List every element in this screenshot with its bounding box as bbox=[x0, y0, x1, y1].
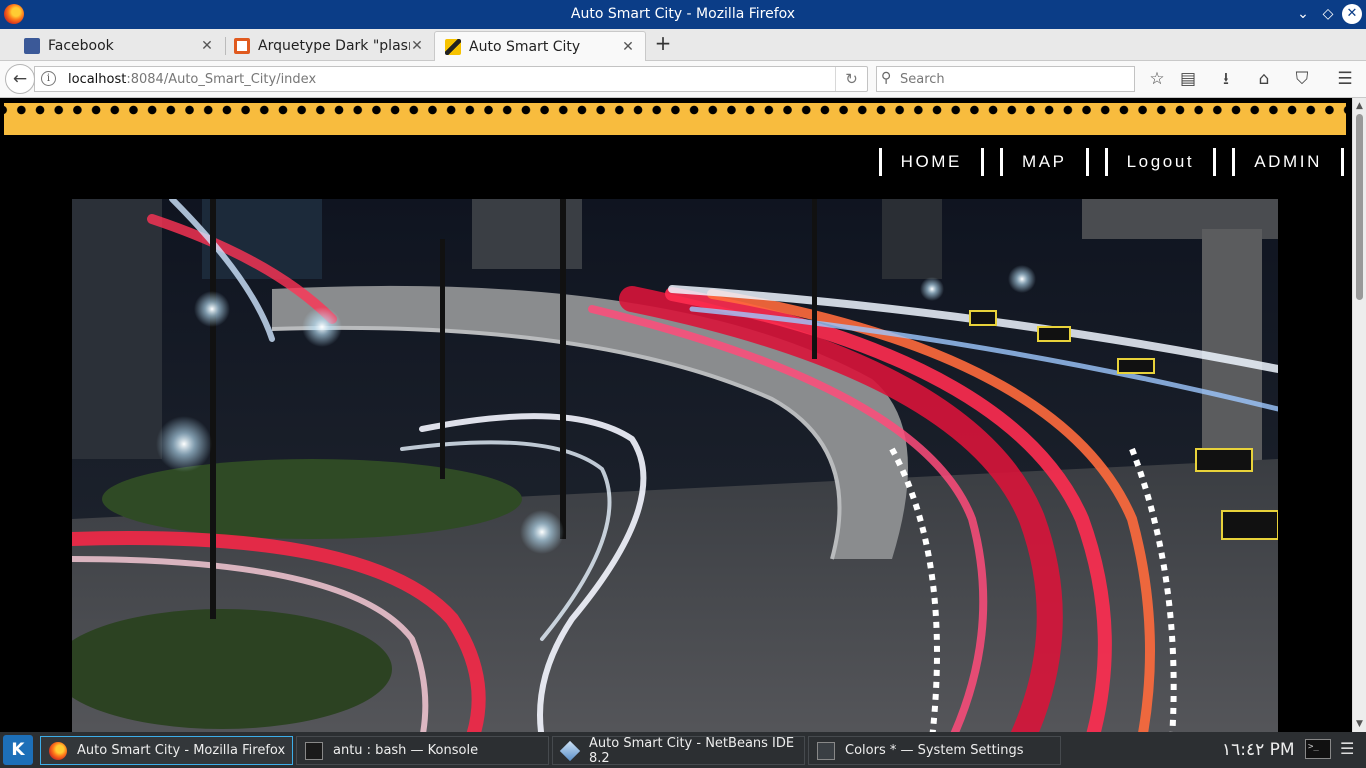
new-tab-button[interactable]: + bbox=[652, 33, 674, 55]
task-netbeans[interactable]: Auto Smart City - NetBeans IDE 8.2 bbox=[552, 735, 805, 766]
site-info-icon[interactable]: i bbox=[41, 71, 56, 86]
decorative-dotted-stripe bbox=[4, 103, 1346, 135]
facebook-icon bbox=[24, 38, 40, 54]
vertical-scrollbar[interactable]: ▲ ▼ bbox=[1352, 98, 1366, 732]
tab-close-icon[interactable]: ✕ bbox=[621, 39, 635, 55]
url-bar[interactable]: i localhost:8084/Auto_Smart_City/index ↻ bbox=[34, 66, 868, 92]
back-button[interactable]: ← bbox=[5, 64, 35, 94]
task-system-settings[interactable]: Colors * — System Settings bbox=[808, 736, 1061, 765]
downloads-icon[interactable]: ⭳ bbox=[1213, 66, 1239, 92]
pocket-icon[interactable]: ⛉ bbox=[1289, 66, 1315, 92]
desktop-taskbar: K Auto Smart City - Mozilla Firefox antu… bbox=[0, 732, 1366, 768]
search-input[interactable] bbox=[900, 70, 1125, 88]
task-label: antu : bash — Konsole bbox=[333, 743, 479, 758]
minimize-button[interactable]: ⌄ bbox=[1293, 4, 1313, 24]
maximize-button[interactable]: ◇ bbox=[1318, 4, 1338, 24]
scroll-up-icon[interactable]: ▲ bbox=[1353, 100, 1366, 112]
tab-close-icon[interactable]: ✕ bbox=[200, 38, 214, 54]
task-label: Auto Smart City - Mozilla Firefox bbox=[77, 743, 286, 758]
close-window-button[interactable]: ✕ bbox=[1342, 4, 1362, 24]
tab-label: Arquetype Dark "plasm... bbox=[258, 38, 410, 54]
system-clock[interactable]: ١٦:٤٢ PM bbox=[1222, 740, 1295, 760]
hero-illustration bbox=[72, 199, 1278, 732]
nav-logout-link[interactable]: Logout bbox=[1104, 148, 1217, 176]
tab-facebook[interactable]: Facebook ✕ bbox=[14, 31, 224, 61]
tab-strip: Facebook ✕ Arquetype Dark "plasm... ✕ Au… bbox=[0, 29, 1366, 61]
task-konsole[interactable]: antu : bash — Konsole bbox=[296, 736, 549, 765]
nav-map-link[interactable]: MAP bbox=[999, 148, 1089, 176]
kde-store-icon bbox=[234, 38, 250, 54]
reload-icon[interactable]: ↻ bbox=[835, 67, 867, 91]
task-label: Colors * — System Settings bbox=[845, 743, 1024, 758]
page-viewport: HOME MAP Logout ADMIN bbox=[0, 98, 1352, 732]
tab-auto-smart-city[interactable]: Auto Smart City ✕ bbox=[434, 31, 646, 61]
system-settings-icon bbox=[817, 741, 835, 760]
tab-label: Auto Smart City bbox=[469, 38, 581, 55]
nav-home-link[interactable]: HOME bbox=[878, 148, 984, 176]
konsole-icon bbox=[305, 741, 323, 760]
terminal-tray-icon[interactable]: >_ bbox=[1305, 739, 1331, 759]
scrollbar-thumb[interactable] bbox=[1356, 114, 1363, 300]
tab-close-icon[interactable]: ✕ bbox=[410, 38, 424, 54]
task-firefox[interactable]: Auto Smart City - Mozilla Firefox bbox=[40, 736, 293, 765]
window-titlebar: Auto Smart City - Mozilla Firefox ⌄ ◇ ✕ bbox=[0, 0, 1366, 29]
site-navigation: HOME MAP Logout ADMIN bbox=[863, 148, 1344, 180]
url-text[interactable]: localhost:8084/Auto_Smart_City/index bbox=[68, 72, 316, 87]
bookmark-star-icon[interactable]: ☆ bbox=[1144, 66, 1170, 92]
task-label: Auto Smart City - NetBeans IDE 8.2 bbox=[589, 735, 795, 766]
search-bar[interactable]: ⚲ bbox=[876, 66, 1135, 92]
tab-arquetype[interactable]: Arquetype Dark "plasm... ✕ bbox=[224, 31, 434, 61]
url-host: localhost bbox=[68, 72, 127, 87]
url-path: :8084/Auto_Smart_City/index bbox=[126, 72, 317, 87]
hamburger-menu-icon[interactable]: ☰ bbox=[1332, 66, 1358, 92]
application-launcher-button[interactable]: K bbox=[3, 735, 33, 765]
hero-city-light-trails-image bbox=[72, 199, 1278, 732]
tab-label: Facebook bbox=[48, 38, 114, 54]
home-icon[interactable]: ⌂ bbox=[1251, 66, 1277, 92]
panel-menu-icon[interactable]: ☰ bbox=[1340, 739, 1354, 758]
firefox-icon bbox=[49, 741, 67, 760]
search-icon: ⚲ bbox=[881, 70, 892, 86]
nav-admin-link[interactable]: ADMIN bbox=[1232, 148, 1344, 176]
reading-list-icon[interactable]: ▤ bbox=[1175, 66, 1201, 92]
netbeans-icon bbox=[559, 740, 581, 761]
window-title: Auto Smart City - Mozilla Firefox bbox=[570, 6, 796, 22]
auto-smart-city-icon bbox=[445, 38, 461, 55]
scroll-down-icon[interactable]: ▼ bbox=[1353, 718, 1366, 730]
